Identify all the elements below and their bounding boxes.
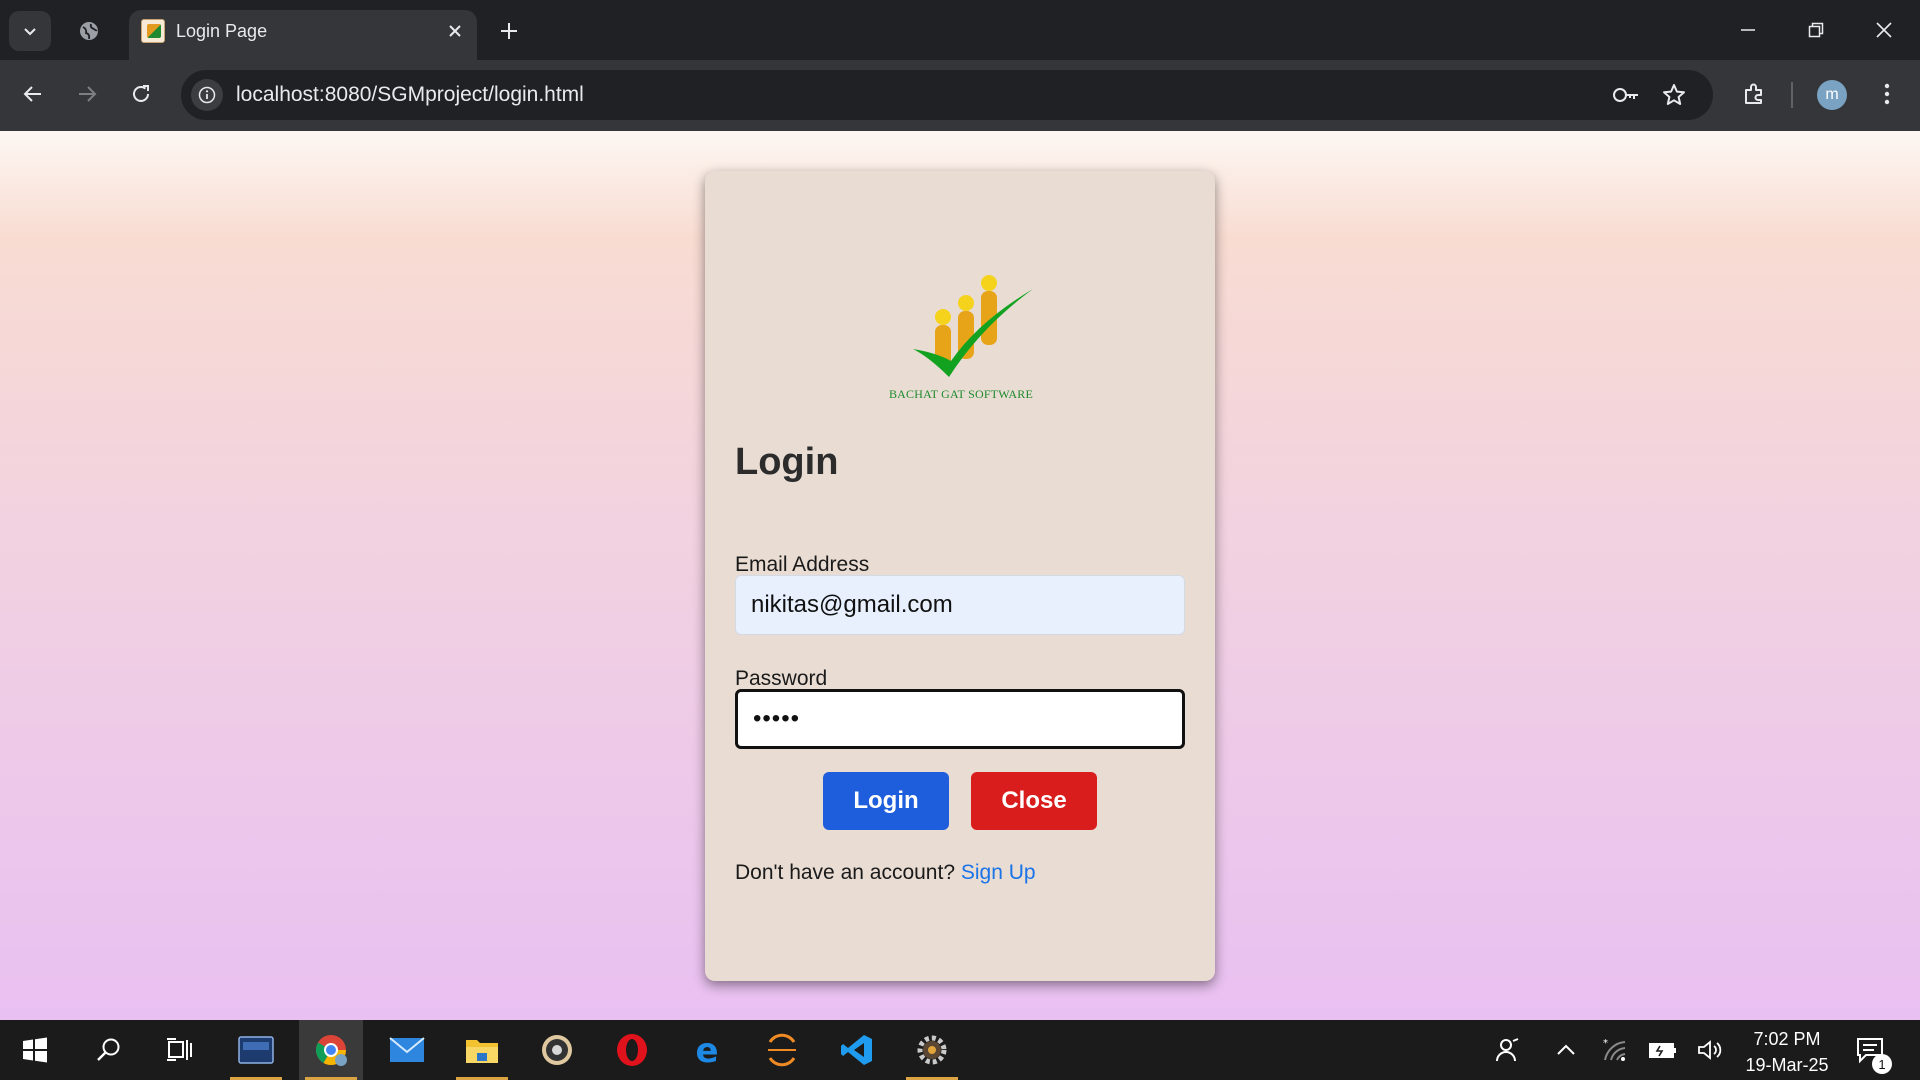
taskbar-app-edge[interactable]: e (675, 1020, 739, 1080)
login-heading: Login (735, 441, 839, 483)
svg-text:*: * (1603, 1038, 1608, 1049)
page-viewport: BACHAT GAT SOFTWARE Login Email Address … (0, 131, 1920, 1020)
password-input[interactable]: ••••• (735, 689, 1185, 749)
logo-text: BACHAT GAT SOFTWARE (888, 387, 1034, 401)
bachat-gat-logo: BACHAT GAT SOFTWARE (883, 261, 1039, 411)
browser-tab-active[interactable]: Login Page (129, 10, 477, 60)
taskbar-app-settings[interactable] (900, 1020, 964, 1080)
restore-icon (1808, 22, 1824, 38)
plus-icon (501, 23, 517, 39)
new-tab-button[interactable] (492, 14, 526, 48)
chevron-up-icon[interactable] (1548, 1032, 1584, 1068)
chevron-down-icon (24, 28, 36, 36)
windows-logo-icon (23, 1037, 47, 1063)
gear-icon (917, 1035, 947, 1065)
password-label: Password (735, 667, 828, 690)
browser-tab-strip: Login Page (0, 0, 1920, 60)
clock-date: 19-Mar-25 (1745, 1055, 1829, 1075)
signup-link[interactable]: Sign Up (961, 861, 1036, 884)
login-card: BACHAT GAT SOFTWARE Login Email Address … (705, 171, 1215, 981)
reload-icon (133, 85, 149, 102)
tab-title: Login Page (176, 21, 268, 41)
site-info-icon[interactable] (191, 79, 223, 111)
arrow-right-icon (79, 86, 97, 102)
close-button[interactable]: Close (971, 772, 1097, 830)
search-button[interactable] (77, 1020, 141, 1080)
extensions-button[interactable] (1734, 74, 1774, 114)
password-key-icon[interactable] (1610, 79, 1642, 111)
taskbar-app-eclipse[interactable] (750, 1020, 814, 1080)
browser-toolbar: localhost:8080/SGMproject/login.html m (0, 60, 1920, 131)
signup-prompt-text: Don't have an account? (735, 861, 955, 884)
taskbar-app-vscode[interactable] (825, 1020, 889, 1080)
clock-time: 7:02 PM (1753, 1029, 1821, 1049)
more-vertical-icon (1884, 83, 1890, 105)
toolbar-divider (1791, 82, 1793, 108)
wifi-icon[interactable]: * (1596, 1032, 1632, 1068)
globe-icon[interactable] (74, 16, 104, 46)
vscode-icon (841, 1035, 872, 1065)
volume-icon[interactable] (1692, 1032, 1728, 1068)
back-button[interactable] (13, 74, 53, 114)
arrow-left-icon (23, 86, 41, 102)
eclipse-icon (768, 1033, 796, 1067)
url-text[interactable]: localhost:8080/SGMproject/login.html (236, 83, 584, 107)
bookmark-star-icon[interactable] (1658, 79, 1690, 111)
reload-button[interactable] (121, 74, 161, 114)
signup-prompt-line: Don't have an account? Sign Up (735, 861, 1036, 885)
login-button[interactable]: Login (823, 772, 949, 830)
close-window-button[interactable] (1856, 8, 1912, 52)
taskbar-app-chrome[interactable] (299, 1020, 363, 1080)
tab-search-button[interactable] (9, 11, 51, 51)
battery-icon[interactable] (1645, 1032, 1681, 1068)
puzzle-icon (1745, 83, 1762, 104)
forward-button[interactable] (67, 74, 107, 114)
taskbar-app-media-player[interactable] (525, 1020, 589, 1080)
tab-favicon (141, 19, 165, 43)
task-view-icon (167, 1038, 192, 1061)
start-button[interactable] (3, 1020, 67, 1080)
minimize-icon (1741, 29, 1755, 31)
minimize-button[interactable] (1720, 8, 1776, 52)
address-bar[interactable]: localhost:8080/SGMproject/login.html (181, 70, 1713, 120)
windows-taskbar: e * 7:02 PM 19-Mar-25 1 (0, 1020, 1920, 1080)
notification-badge: 1 (1872, 1054, 1892, 1074)
opera-icon (617, 1034, 647, 1066)
people-icon[interactable] (1490, 1032, 1526, 1068)
email-input[interactable]: nikitas@gmail.com (735, 575, 1185, 635)
taskbar-app-mysql-workbench[interactable] (224, 1020, 288, 1080)
logo-graphic (913, 275, 1033, 377)
media-player-icon (542, 1035, 572, 1065)
taskbar-app-mail[interactable] (375, 1020, 439, 1080)
browser-menu-button[interactable] (1867, 74, 1907, 114)
mysql-workbench-icon (238, 1036, 274, 1064)
edge-icon: e (695, 1033, 718, 1067)
taskbar-app-file-explorer[interactable] (450, 1020, 514, 1080)
folder-icon (466, 1040, 498, 1063)
svg-text:e: e (695, 1033, 718, 1067)
tab-close-icon[interactable] (441, 17, 469, 45)
mail-icon (389, 1037, 425, 1062)
taskbar-app-opera[interactable] (600, 1020, 664, 1080)
profile-avatar[interactable]: m (1817, 80, 1847, 110)
system-clock[interactable]: 7:02 PM 19-Mar-25 (1740, 1026, 1834, 1078)
restore-button[interactable] (1788, 8, 1844, 52)
search-icon (97, 1038, 120, 1061)
task-view-button[interactable] (148, 1020, 212, 1080)
chrome-icon (315, 1035, 347, 1066)
close-icon (1876, 22, 1892, 38)
email-label: Email Address (735, 553, 870, 576)
